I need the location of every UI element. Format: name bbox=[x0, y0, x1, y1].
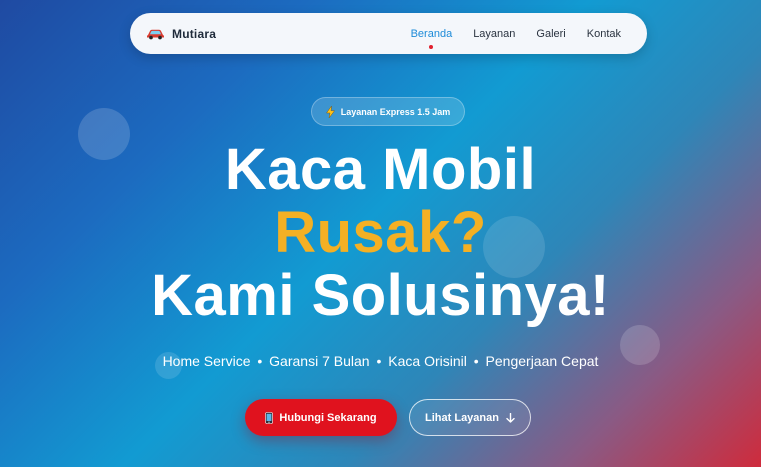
feature-item: Garansi 7 Bulan bbox=[269, 353, 370, 369]
contact-now-label: Hubungi Sekarang bbox=[279, 411, 377, 424]
headline-line-3: Kami Solusinya! bbox=[151, 263, 610, 328]
feature-item: Pengerjaan Cepat bbox=[485, 353, 599, 369]
view-services-label: Lihat Layanan bbox=[425, 411, 499, 424]
feature-separator: • bbox=[473, 353, 479, 369]
brand-name: Mutiara bbox=[172, 26, 217, 41]
navbar: Mutiara Beranda Layanan Galeri Kontak bbox=[130, 13, 647, 54]
nav-link-galeri[interactable]: Galeri bbox=[536, 28, 565, 40]
feature-item: Home Service bbox=[162, 353, 251, 369]
nav-link-kontak[interactable]: Kontak bbox=[587, 28, 621, 40]
nav-link-label: Kontak bbox=[586, 27, 621, 40]
hero-headline: Kaca Mobil Rusak? Kami Solusinya! bbox=[0, 138, 761, 327]
car-icon bbox=[147, 29, 164, 39]
phone-icon bbox=[265, 411, 274, 424]
feature-list: Home Service • Garansi 7 Bulan • Kaca Or… bbox=[0, 353, 761, 369]
feature-separator: • bbox=[257, 353, 263, 369]
bolt-icon bbox=[325, 105, 335, 118]
nav-link-label: Layanan bbox=[473, 27, 516, 40]
nav-link-label: Beranda bbox=[410, 27, 453, 40]
feature-separator: • bbox=[376, 353, 382, 369]
nav-links: Beranda Layanan Galeri Kontak bbox=[410, 27, 631, 49]
headline-line-1: Kaca Mobil bbox=[224, 137, 537, 202]
active-indicator-dot bbox=[429, 44, 434, 49]
brand-logo[interactable]: Mutiara bbox=[146, 27, 216, 41]
feature-item: Kaca Orisinil bbox=[388, 353, 467, 369]
nav-link-label: Galeri bbox=[536, 27, 566, 40]
nav-link-layanan[interactable]: Layanan bbox=[473, 28, 515, 40]
view-services-button[interactable]: Lihat Layanan bbox=[409, 399, 531, 436]
express-service-badge: Layanan Express 1.5 Jam bbox=[311, 97, 465, 126]
headline-line-2: Rusak? bbox=[274, 200, 487, 265]
nav-link-beranda[interactable]: Beranda bbox=[410, 27, 453, 49]
arrow-down-icon bbox=[506, 412, 515, 423]
contact-now-button[interactable]: Hubungi Sekarang bbox=[245, 399, 397, 436]
badge-text: Layanan Express 1.5 Jam bbox=[340, 106, 451, 117]
